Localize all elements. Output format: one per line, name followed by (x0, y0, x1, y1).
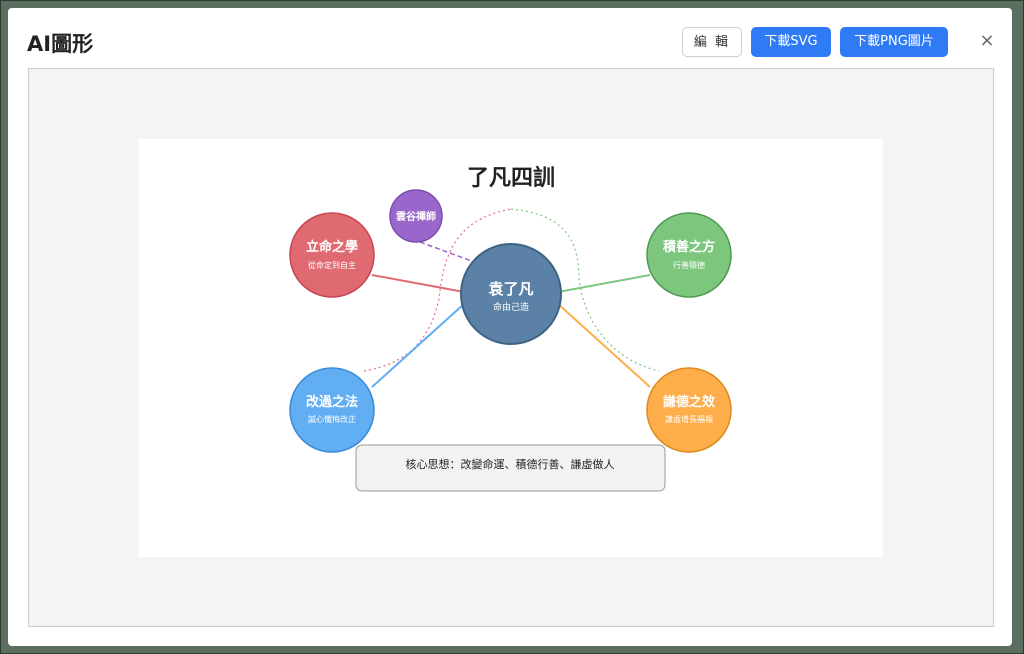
node-label: 立命之學 (306, 239, 358, 255)
diagram-title: 了凡四訓 (467, 165, 555, 191)
node-top-right: 積善之方 行善積德 (646, 212, 732, 298)
connector-right-top (546, 274, 651, 295)
ai-diagram-modal: AI圖形 編 輯 下載SVG 下載PNG圖片 × 了凡四訓 雲谷禪師 立命之學 … (8, 8, 1012, 646)
node-sublabel: 謙虛增長福報 (665, 414, 713, 424)
connector-left-top (371, 274, 476, 295)
node-bottom-right: 謙德之效 謙虛增長福報 (646, 367, 732, 453)
center-node-sublabel: 命由己造 (493, 301, 529, 313)
edit-button[interactable]: 編 輯 (682, 27, 742, 57)
connector-right-bottom (546, 293, 651, 388)
node-bottom-left: 改過之法 誠心懺悔改正 (289, 367, 375, 453)
node-top-left: 立命之學 從命定到自主 (289, 212, 375, 298)
modal-title: AI圖形 (27, 32, 94, 56)
connector-small-node (419, 241, 478, 264)
download-svg-button[interactable]: 下載SVG (751, 27, 831, 57)
close-icon[interactable]: × (978, 30, 996, 52)
diagram-canvas-area: 了凡四訓 雲谷禪師 立命之學 從命定到自主 積善之方 行善積德 改過之法 誠心懺… (28, 68, 994, 627)
small-node-label: 雲谷禪師 (396, 210, 436, 223)
mindmap-diagram: 了凡四訓 雲谷禪師 立命之學 從命定到自主 積善之方 行善積德 改過之法 誠心懺… (289, 165, 732, 492)
diagram-paper: 了凡四訓 雲谷禪師 立命之學 從命定到自主 積善之方 行善積德 改過之法 誠心懺… (139, 139, 883, 557)
core-idea-text: 核心思想：改變命運、積德行善、謙虛做人 (406, 457, 615, 471)
download-png-button[interactable]: 下載PNG圖片 (840, 27, 948, 57)
center-node: 袁了凡 命由己造 (460, 243, 562, 345)
connector-left-bottom (371, 293, 476, 388)
node-label: 改過之法 (306, 394, 358, 410)
center-node-label: 袁了凡 (487, 280, 533, 298)
node-sublabel: 行善積德 (673, 260, 705, 270)
node-label: 積善之方 (662, 239, 715, 255)
node-sublabel: 誠心懺悔改正 (308, 414, 356, 424)
node-label: 謙德之效 (663, 394, 716, 410)
node-sublabel: 從命定到自主 (308, 260, 356, 270)
